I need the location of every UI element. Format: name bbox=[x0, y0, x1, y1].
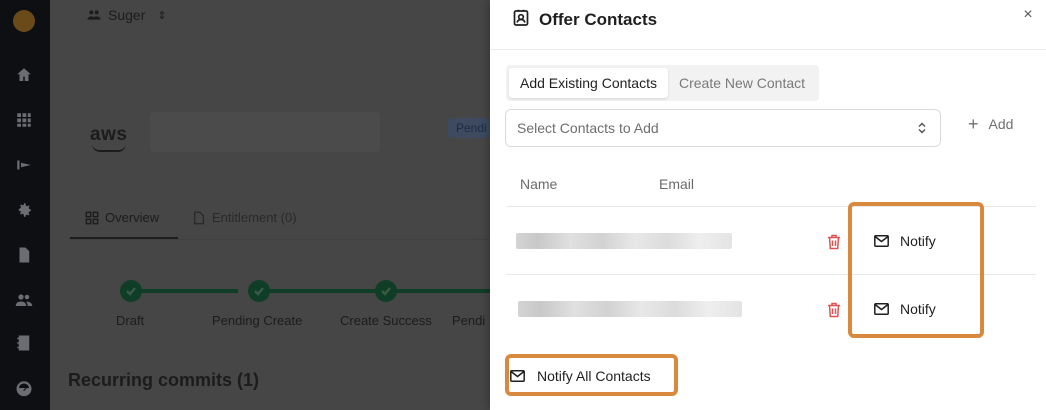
workspace-switcher: Suger ⇕ bbox=[86, 7, 167, 23]
step-connector bbox=[142, 289, 238, 293]
section-heading: Recurring commits (1) bbox=[68, 370, 260, 390]
people-icon[interactable] bbox=[14, 290, 34, 310]
home-icon[interactable] bbox=[14, 65, 34, 85]
table-row: Notify bbox=[506, 274, 1036, 341]
notify-all-contacts-button[interactable]: Notify All Contacts bbox=[510, 365, 651, 387]
mail-icon bbox=[874, 235, 889, 247]
file-icon bbox=[193, 211, 205, 224]
apps-grid-icon[interactable] bbox=[14, 110, 34, 130]
tab-create-new-contact[interactable]: Create New Contact bbox=[668, 68, 816, 98]
step-connector bbox=[396, 289, 490, 293]
delete-contact-trash-icon[interactable] bbox=[827, 302, 841, 318]
step-connector bbox=[270, 289, 376, 293]
chevron-updown-icon bbox=[915, 121, 929, 135]
step-draft-check-icon bbox=[120, 280, 142, 302]
step-pending-create-check-icon bbox=[248, 280, 270, 302]
overview-icon bbox=[85, 211, 99, 224]
team-icon bbox=[87, 10, 101, 20]
offer-tabs: Overview Entitlement (0) bbox=[70, 200, 490, 240]
drawer-title: Offer Contacts bbox=[539, 10, 658, 29]
select-placeholder: Select Contacts to Add bbox=[517, 120, 659, 136]
step-label: Pending Create bbox=[212, 313, 303, 328]
active-tab-indicator bbox=[70, 237, 178, 239]
step-label: Pendi bbox=[452, 313, 486, 328]
document-icon[interactable] bbox=[14, 245, 34, 265]
close-button[interactable]: × bbox=[1020, 6, 1036, 24]
plus-icon: + bbox=[968, 114, 979, 134]
step-create-success-check-icon bbox=[375, 280, 397, 302]
redacted-contact-info bbox=[516, 233, 732, 249]
aws-logo: aws bbox=[90, 124, 128, 145]
redacted-offer-name bbox=[150, 112, 380, 152]
contact-mode-tabs: Add Existing Contacts Create New Contact bbox=[506, 65, 820, 101]
delete-contact-trash-icon[interactable] bbox=[827, 234, 841, 250]
chevron-updown-icon: ⇕ bbox=[157, 9, 167, 22]
mail-icon bbox=[510, 370, 525, 382]
contacts-icon[interactable] bbox=[14, 333, 34, 353]
redacted-contact-info bbox=[518, 301, 742, 317]
background-page: Suger ⇕ aws Pendi Overview Entitlement (… bbox=[50, 0, 490, 410]
contact-card-icon bbox=[512, 9, 530, 27]
drawer-header: Offer Contacts × bbox=[490, 0, 1046, 50]
table-row: Notify bbox=[506, 206, 1036, 273]
aws-logo-smile bbox=[92, 144, 126, 152]
dashboard-gauge-icon[interactable] bbox=[14, 378, 34, 398]
app-logo[interactable] bbox=[13, 10, 35, 32]
tab-entitlement: Entitlement (0) bbox=[192, 210, 297, 225]
tab-overview: Overview bbox=[85, 210, 159, 225]
column-header-email: Email bbox=[659, 176, 695, 192]
notify-contact-button[interactable]: Notify bbox=[874, 230, 936, 252]
status-badge: Pendi bbox=[448, 118, 490, 138]
column-header-name: Name bbox=[520, 176, 558, 192]
step-label: Draft bbox=[116, 313, 145, 328]
tab-add-existing-contacts[interactable]: Add Existing Contacts bbox=[509, 68, 668, 98]
notify-contact-button[interactable]: Notify bbox=[874, 298, 936, 320]
workspace-name: Suger bbox=[108, 7, 146, 23]
select-contacts-dropdown[interactable]: Select Contacts to Add bbox=[505, 109, 941, 147]
offer-contacts-drawer: Offer Contacts × Add Existing Contacts C… bbox=[490, 0, 1046, 410]
app-sidebar bbox=[0, 0, 50, 410]
step-label: Create Success bbox=[340, 313, 432, 328]
add-contact-button[interactable]: + Add bbox=[968, 114, 1013, 134]
mail-icon bbox=[874, 303, 889, 315]
settings-gear-icon[interactable] bbox=[14, 200, 34, 220]
offers-icon[interactable] bbox=[14, 155, 34, 175]
